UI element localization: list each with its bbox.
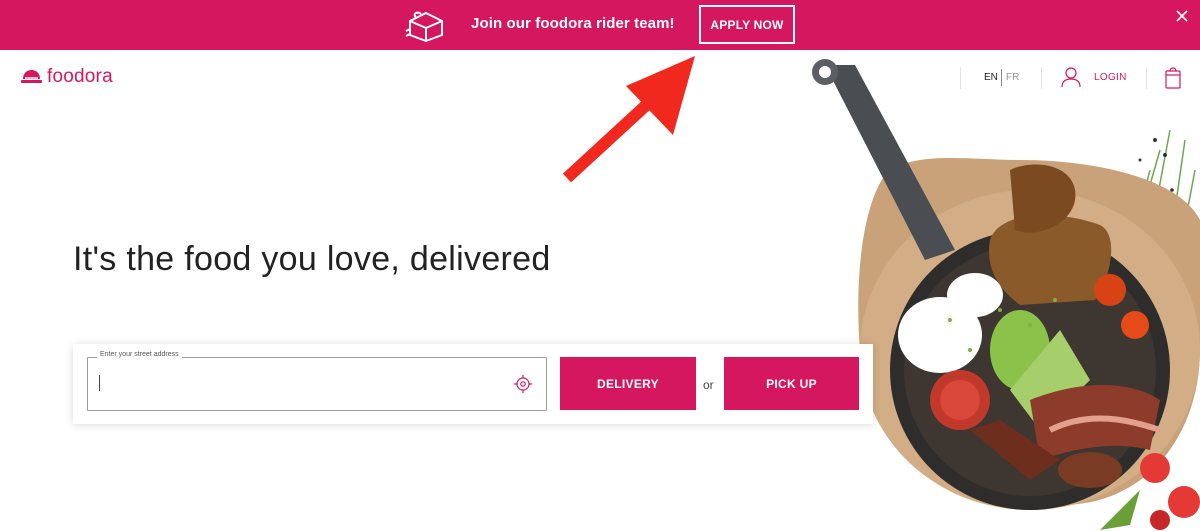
cloche-icon bbox=[21, 70, 42, 83]
page-headline: It's the food you love, delivered bbox=[73, 240, 551, 278]
apply-now-button[interactable]: APPLY NOW bbox=[699, 5, 795, 44]
delivery-button[interactable]: DELIVERY bbox=[560, 357, 696, 410]
address-field-label: Enter your street address bbox=[97, 351, 182, 358]
breakfast-skillet-image bbox=[812, 59, 1200, 530]
logo-text: foodora bbox=[47, 66, 113, 87]
close-icon[interactable] bbox=[1175, 9, 1189, 23]
delivery-box-icon bbox=[405, 11, 443, 42]
locate-target-icon[interactable] bbox=[514, 375, 532, 393]
address-input[interactable] bbox=[98, 372, 498, 394]
pickup-button[interactable]: PICK UP bbox=[724, 357, 859, 410]
foodora-logo[interactable]: foodora bbox=[21, 66, 113, 88]
promo-banner: Join our foodora rider team! APPLY NOW bbox=[0, 0, 1200, 50]
text-caret bbox=[99, 375, 100, 391]
banner-text: Join our foodora rider team! bbox=[471, 15, 675, 32]
or-separator: or bbox=[703, 378, 714, 392]
red-arrow-annotation bbox=[562, 56, 695, 183]
